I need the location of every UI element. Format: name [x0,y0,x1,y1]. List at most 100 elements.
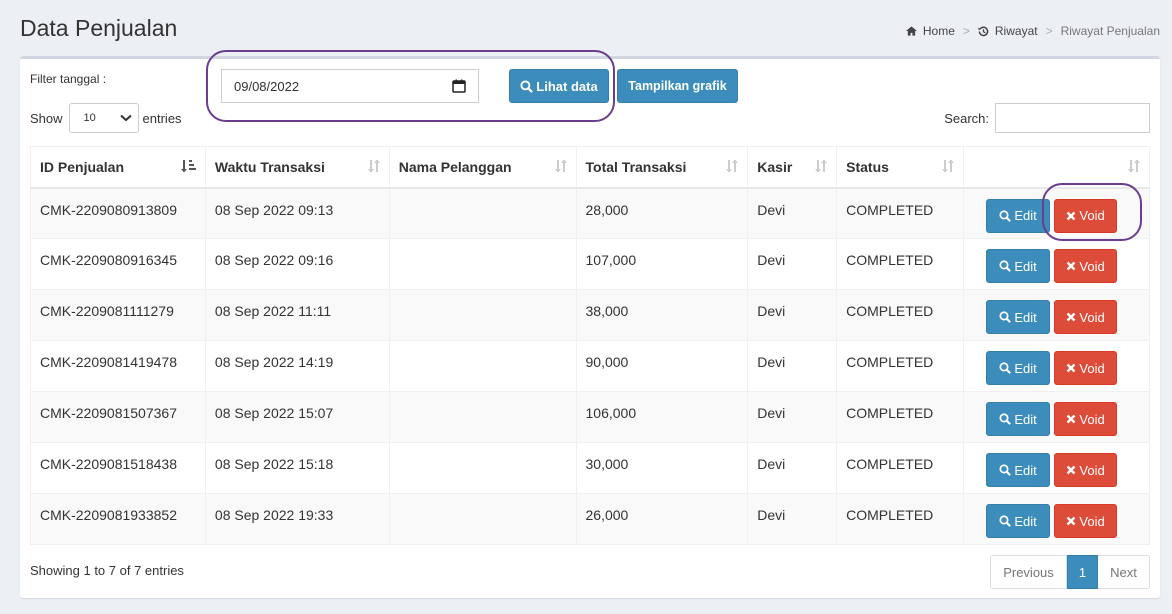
col-nama-pelanggan[interactable]: Nama Pelanggan [388,146,577,189]
edit-button[interactable]: Edit [986,300,1051,334]
void-label: Void [1079,309,1105,325]
search-icon [520,79,534,93]
table-row: CMK-2209081111279 08 Sep 2022 11:11 38,000… [30,289,1150,341]
sort-both-icon [554,159,567,173]
edit-button[interactable]: Edit [986,351,1051,385]
entries-value: 10 [83,112,96,124]
cell-kasir: Devi [747,493,838,545]
close-icon [1067,414,1076,424]
pagination-next[interactable]: Next [1098,555,1150,589]
table-row: CMK-2209081518438 08 Sep 2022 15:18 30,000… [30,442,1150,494]
cell-id: CMK-2209081507367 [30,391,206,443]
close-icon [1067,312,1076,322]
cell-waktu: 08 Sep 2022 15:18 [204,442,390,494]
table-search: Search: [944,103,1150,133]
search-icon [999,260,1012,272]
close-icon [1067,363,1076,373]
edit-button[interactable]: Edit [986,504,1051,538]
cell-total: 90,000 [575,340,749,392]
search-icon [999,413,1012,425]
search-input[interactable] [995,103,1150,133]
entries-select[interactable]: 10 [68,103,139,133]
edit-button[interactable]: Edit [986,453,1051,487]
calendar-icon[interactable] [452,79,466,93]
cell-total: 107,000 [575,238,749,290]
void-button[interactable]: Void [1054,453,1118,487]
page-title: Data Penjualan [20,15,178,41]
cell-actions: Edit Void [963,289,1150,341]
void-button[interactable]: Void [1054,249,1118,283]
col-status-label: Status [846,158,889,175]
void-button[interactable]: Void [1054,504,1118,538]
breadcrumb-riwayat-label: Riwayat [994,24,1038,38]
cell-pelanggan [388,442,577,494]
sort-both-icon [1128,159,1140,173]
sales-table: ID Penjualan Waktu Transaksi Nama Pelang… [30,146,1150,545]
cell-pelanggan [388,289,577,341]
edit-label: Edit [1014,462,1037,478]
edit-button[interactable]: Edit [986,402,1051,436]
col-kasir-label: Kasir [757,158,793,175]
search-icon [999,209,1012,222]
void-label: Void [1079,258,1105,274]
void-label: Void [1079,411,1105,427]
cell-status: COMPLETED [836,391,965,443]
search-icon [999,515,1012,527]
col-kasir[interactable]: Kasir [747,146,838,189]
home-icon [905,26,917,36]
date-filter-input[interactable]: 09/08/2022 [221,69,479,103]
col-status[interactable]: Status [836,146,965,189]
tampilkan-grafik-button[interactable]: Tampilkan grafik [617,69,738,103]
edit-button[interactable]: Edit [986,249,1051,283]
cell-id: CMK-2209081933852 [30,493,206,545]
cell-kasir: Devi [747,391,838,443]
col-waktu-transaksi-label: Waktu Transaksi [214,158,325,175]
breadcrumb-separator: > [1045,24,1053,38]
cell-actions: Edit Void [963,442,1150,494]
tampilkan-grafik-label: Tampilkan grafik [628,79,727,93]
void-button[interactable]: Void [1054,198,1118,233]
search-icon [999,464,1012,476]
cell-kasir: Devi [747,289,838,341]
col-id-penjualan[interactable]: ID Penjualan [30,146,206,189]
sort-both-icon [726,159,739,173]
void-button[interactable]: Void [1054,300,1118,334]
table-row: CMK-2209081419478 08 Sep 2022 14:19 90,000… [30,340,1150,392]
sort-both-icon [367,159,380,173]
close-icon [1067,211,1076,220]
cell-total: 106,000 [575,391,749,443]
cell-kasir: Devi [747,238,838,290]
cell-kasir: Devi [747,340,838,392]
col-id-penjualan-label: ID Penjualan [40,158,125,175]
void-button[interactable]: Void [1054,351,1118,385]
cell-id: CMK-2209081419478 [30,340,206,392]
close-icon [1067,516,1076,526]
pagination: Previous 1 Next [990,555,1150,589]
filter-date-label: Filter tanggal : [30,72,107,86]
entries-suffix: entries [142,110,182,126]
close-icon [1067,465,1076,475]
cell-pelanggan [388,238,577,290]
lihat-data-button[interactable]: Lihat data [509,69,609,103]
col-actions[interactable] [963,146,1150,189]
col-waktu-transaksi[interactable]: Waktu Transaksi [204,146,390,189]
void-button[interactable]: Void [1054,402,1118,436]
search-icon [999,362,1012,374]
cell-actions: Edit Void [963,187,1150,239]
cell-id: CMK-2209081518438 [30,442,206,494]
edit-label: Edit [1014,309,1037,325]
chevron-down-icon [119,114,132,122]
col-total-transaksi[interactable]: Total Transaksi [575,146,749,189]
cell-id: CMK-2209081111279 [30,289,206,341]
pagination-previous[interactable]: Previous [990,555,1067,589]
table-row: CMK-2209081933852 08 Sep 2022 19:33 26,000… [30,493,1150,545]
void-label: Void [1079,208,1105,223]
cell-id: CMK-2209080916345 [30,238,206,290]
search-label: Search: [944,110,989,126]
edit-button[interactable]: Edit [986,198,1051,233]
table-row: CMK-2209080916345 08 Sep 2022 09:16 107,00… [30,238,1150,290]
breadcrumb-home[interactable]: Home [905,24,955,38]
pagination-page-1[interactable]: 1 [1067,555,1098,589]
breadcrumb-riwayat[interactable]: Riwayat [978,24,1038,38]
entries-length-control: Show 10 entries [30,103,182,133]
